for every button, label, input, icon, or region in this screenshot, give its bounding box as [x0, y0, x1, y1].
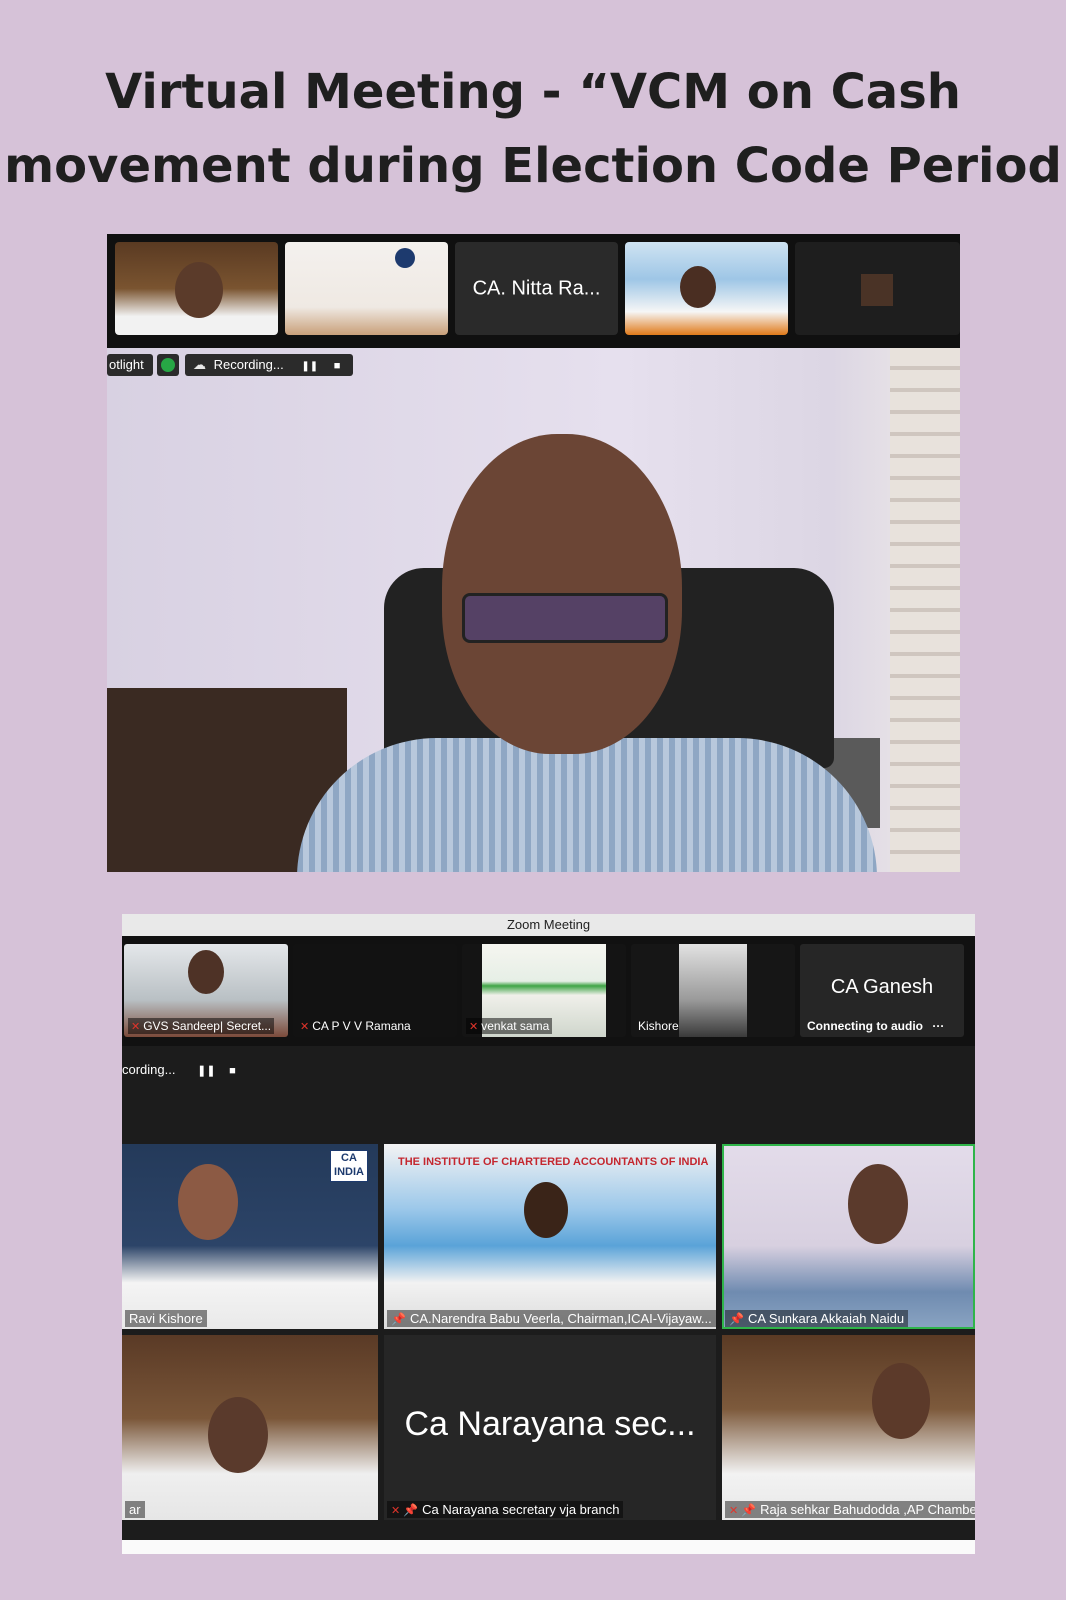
participant-label: ✕ venkat sama	[466, 1018, 553, 1034]
more-options-icon[interactable]: ···	[932, 1019, 944, 1033]
poster-title-line1: Virtual Meeting - “VCM on Cash	[105, 64, 961, 120]
participant-name: Raja sehkar Bahudodda ,AP Chamber	[760, 1502, 975, 1517]
pin-icon: 📌	[729, 1312, 744, 1326]
participant-tile[interactable]: Kishore	[631, 944, 795, 1037]
mic-muted-icon: ✕	[469, 1021, 479, 1033]
participant-label: 📌 CA.Narendra Babu Veerla, Chairman,ICAI-…	[387, 1310, 716, 1327]
pin-icon: 📌	[741, 1503, 757, 1517]
participant-avatar	[175, 262, 223, 318]
recording-text: Recording...	[213, 357, 284, 372]
participant-name: CA P V V Ramana	[312, 1019, 411, 1033]
participant-tile[interactable]: ✕ GVS Sandeep| Secret...	[124, 944, 288, 1037]
participant-label: ar	[125, 1501, 145, 1518]
spotlight-label[interactable]: otlight	[107, 354, 153, 376]
participant-name: GVS Sandeep| Secret...	[143, 1019, 272, 1033]
stop-recording-button[interactable]: ■	[334, 360, 341, 372]
participant-tile[interactable]: ✕ venkat sama	[462, 944, 626, 1037]
mic-muted-icon: ✕	[131, 1021, 141, 1033]
encryption-shield[interactable]	[157, 354, 179, 376]
participant-avatar	[848, 1164, 908, 1244]
participant-video	[679, 944, 747, 1037]
shield-icon	[161, 358, 175, 372]
participant-name: CA Sunkara Akkaiah Naidu	[747, 1311, 905, 1326]
participant-avatar	[861, 274, 893, 306]
logo-icon	[395, 248, 415, 268]
gallery-tile[interactable]: ✕ 📌 Raja sehkar Bahudodda ,AP Chamber	[722, 1335, 975, 1520]
participant-name: ar	[129, 1502, 141, 1517]
participant-thumbnail[interactable]	[625, 242, 788, 335]
participant-name-large: CA Ganesh	[830, 976, 934, 998]
participant-strip: ✕ GVS Sandeep| Secret... ✕ CA P V V Ramana…	[122, 936, 975, 1046]
window-title: Zoom Meeting	[122, 914, 975, 937]
participant-avatar	[872, 1363, 930, 1439]
participant-thumbnail[interactable]: CA. Nitta Ra...	[455, 242, 618, 335]
recording-text: cording...	[122, 1062, 176, 1077]
spotlight-text: otlight	[109, 357, 144, 372]
recording-indicator: ☁ Recording... ❚❚ ■	[185, 354, 353, 376]
participant-avatar	[680, 266, 716, 308]
participant-thumbnail[interactable]	[795, 242, 960, 335]
participant-label: 📌 CA Sunkara Akkaiah Naidu	[725, 1310, 909, 1327]
participant-label: Ravi Kishore	[125, 1310, 207, 1327]
pause-recording-button[interactable]: ❚❚	[197, 1064, 215, 1077]
gallery-grid: cording... ❚❚ ■ CA INDIA Ravi Kishore TH…	[122, 1046, 975, 1554]
participant-name-large: Ca Narayana sec...	[404, 1405, 696, 1443]
stop-recording-button[interactable]: ■	[229, 1065, 236, 1077]
participant-thumbnail[interactable]	[285, 242, 448, 335]
mic-muted-icon: ✕	[300, 1021, 310, 1033]
participant-avatar	[188, 950, 224, 994]
participant-avatar	[178, 1164, 238, 1240]
mic-muted-icon: ✕	[729, 1505, 739, 1517]
participant-name: CA. Nitta Ra...	[472, 277, 601, 299]
participant-tile[interactable]: ✕ CA P V V Ramana	[293, 944, 457, 1037]
participant-name: Ravi Kishore	[129, 1311, 203, 1326]
thumbnail-strip: CA. Nitta Ra...	[107, 234, 960, 348]
participant-name: venkat sama	[481, 1019, 550, 1033]
active-speaker-video: otlight ☁ Recording... ❚❚ ■	[107, 348, 960, 872]
participant-label: ✕ 📌 Raja sehkar Bahudodda ,AP Chamber	[725, 1501, 975, 1518]
participant-label: ✕ 📌 Ca Narayana secretary vja branch	[387, 1501, 624, 1518]
participant-avatar	[208, 1397, 268, 1473]
participant-name: Kishore	[638, 1019, 679, 1033]
gallery-tile[interactable]: ar	[122, 1335, 378, 1520]
gallery-tile[interactable]: CA INDIA Ravi Kishore	[122, 1144, 378, 1329]
participant-label: Kishore	[635, 1018, 682, 1034]
gallery-tile[interactable]: THE INSTITUTE OF CHARTERED ACCOUNTANTS O…	[384, 1144, 716, 1329]
screenshot-border	[122, 1540, 975, 1554]
zoom-screenshot-gallery-view: Zoom Meeting ✕ GVS Sandeep| Secret... ✕ CA…	[122, 914, 975, 1554]
ca-india-logo: CA INDIA	[330, 1150, 368, 1182]
mic-muted-icon: ✕	[391, 1505, 401, 1517]
recording-indicator: cording... ❚❚ ■	[122, 1062, 236, 1077]
pause-recording-button[interactable]: ❚❚	[301, 361, 318, 372]
poster-title-line2: movement during Election Code Period	[4, 138, 1062, 194]
participant-tile[interactable]: CA Ganesh Connecting to audio ···	[800, 944, 964, 1037]
participant-label: ✕ CA P V V Ramana	[297, 1018, 414, 1034]
audio-status: Connecting to audio	[807, 1019, 923, 1033]
participant-name: Ca Narayana secretary vja branch	[422, 1502, 620, 1517]
participant-label: Connecting to audio ···	[804, 1018, 947, 1034]
speaker-shirt	[297, 738, 877, 872]
cloud-icon: ☁	[193, 357, 206, 372]
window-blind	[890, 348, 960, 872]
participant-name: CA.Narendra Babu Veerla, Chairman,ICAI-V…	[409, 1311, 712, 1326]
zoom-screenshot-speaker-view: CA. Nitta Ra... otlight ☁ Recording... ❚…	[107, 234, 960, 872]
gallery-tile[interactable]: Ca Narayana sec... ✕ 📌 Ca Narayana secreta…	[384, 1335, 716, 1520]
participant-avatar	[524, 1182, 568, 1238]
pin-icon: 📌	[391, 1312, 406, 1326]
participant-thumbnail[interactable]	[115, 242, 278, 335]
banner-text: THE INSTITUTE OF CHARTERED ACCOUNTANTS O…	[398, 1156, 709, 1168]
gallery-tile-active-speaker[interactable]: 📌 CA Sunkara Akkaiah Naidu	[722, 1144, 975, 1329]
pin-icon: 📌	[403, 1503, 419, 1517]
participant-label: ✕ GVS Sandeep| Secret...	[128, 1018, 275, 1034]
poster-title: Virtual Meeting - “VCM on Cash movement …	[0, 55, 1066, 203]
speaker-glasses	[462, 593, 668, 643]
